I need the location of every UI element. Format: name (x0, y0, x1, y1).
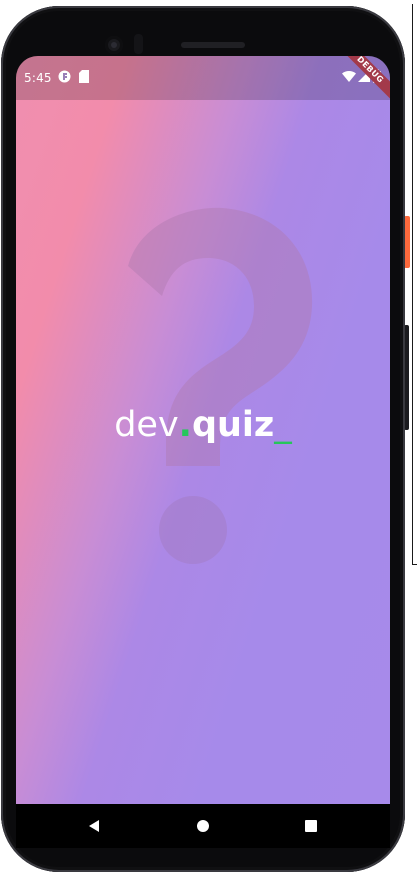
flutter-notification-icon (58, 70, 71, 83)
logo-cursor: _ (274, 405, 292, 445)
sd-card-icon (79, 70, 89, 83)
question-mark-icon (128, 207, 313, 564)
earpiece-speaker (181, 42, 245, 48)
logo-dot: . (178, 405, 192, 445)
status-bar: 5:45 (16, 56, 390, 100)
recents-icon[interactable] (299, 814, 323, 838)
front-camera (105, 36, 123, 54)
navigation-bar (16, 804, 390, 848)
wifi-icon (342, 71, 356, 82)
window-edge (412, 4, 413, 564)
logo-word: quiz (191, 405, 275, 445)
window-edge-bottom (412, 564, 417, 565)
status-time: 5:45 (24, 71, 52, 85)
back-icon[interactable] (82, 814, 106, 838)
app-screen: 5:45 DEBUG dev.quiz_ (16, 56, 390, 804)
proximity-sensor (134, 34, 143, 54)
home-icon[interactable] (191, 814, 215, 838)
logo-prefix: dev (114, 405, 179, 445)
app-logo: dev.quiz_ (16, 408, 390, 443)
